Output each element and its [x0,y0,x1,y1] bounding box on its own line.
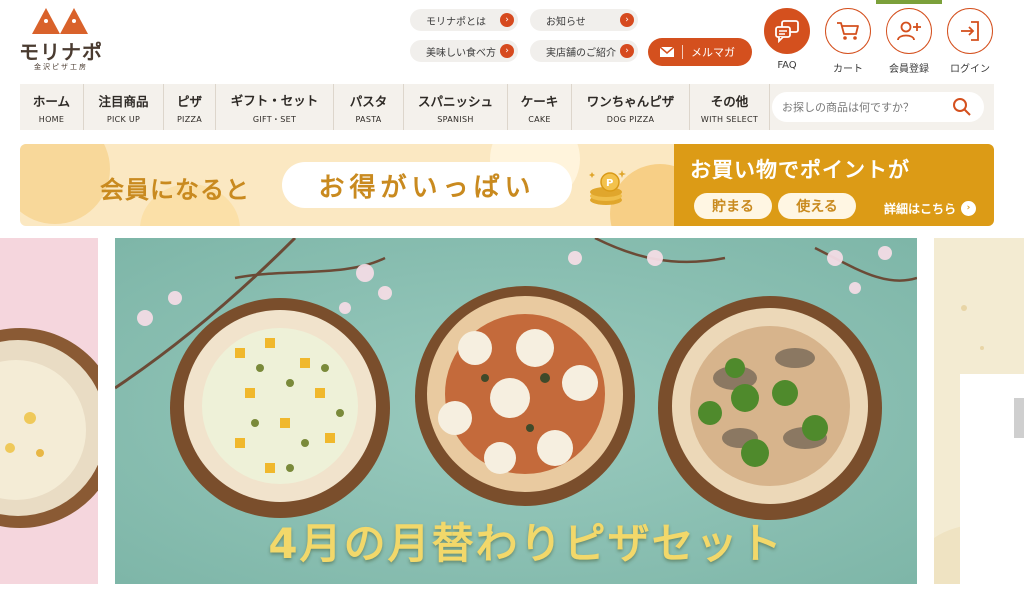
nav-label: パスタ [349,93,388,109]
nav-item-other[interactable]: その他 WITH SELECT [690,84,770,130]
banner-use-pill: 使える [778,193,856,219]
login-icon [947,8,993,54]
nav-item-spanish[interactable]: スパニッシュ SPANISH [404,84,508,130]
chevron-right-icon: › [620,44,634,58]
nav-label: ギフト・セット [230,92,319,108]
chevron-right-icon: › [620,13,634,27]
logo-name: モリナポ [19,40,103,64]
header-link-stores[interactable]: 実店舗のご紹介 › [530,40,638,62]
logo-triangle-mark [60,8,88,34]
banner-earn-pill: 貯まる [694,193,772,219]
member-accent-bar [876,0,942,4]
nav-label: ホーム [32,93,71,109]
nav-item-pickup[interactable]: 注目商品 PICK UP [84,84,164,130]
nav-sublabel: GIFT・SET [252,114,297,124]
mail-magazine-button[interactable]: メルマガ [648,38,752,66]
hero-slide[interactable]: 4月の月替わりピザセット [115,238,917,584]
login-button[interactable]: ログイン [946,8,994,75]
banner-highlight-text: お得がいっぱい [282,162,572,208]
nav-label: ワンちゃんピザ [586,93,675,109]
faq-label: FAQ [777,60,797,71]
add-user-icon [886,8,932,54]
main-navigation: ホーム HOME 注目商品 PICK UP ピザ PIZZA ギフト・セット G… [20,84,994,130]
nav-item-cake[interactable]: ケーキ CAKE [508,84,572,130]
hero-title: 4月の月替わりピザセット [268,519,784,568]
carousel-next-slide[interactable] [934,238,1024,584]
nav-item-pizza[interactable]: ピザ PIZZA [164,84,216,130]
search-input[interactable]: お探しの商品は何ですか？ [772,92,984,122]
header-link-label: 実店舗のご紹介 [546,47,616,59]
header-link-label: お知らせ [546,16,586,28]
nav-label: 注目商品 [98,93,149,109]
cart-icon [825,8,871,54]
nav-label: スパニッシュ [417,93,493,109]
nav-sublabel: PICK UP [106,114,141,124]
banner-details-label: 詳細はこちら [884,202,957,216]
envelope-icon [659,46,674,57]
header-link-about[interactable]: モリナポとは › [410,9,518,31]
nav-label: その他 [710,93,749,109]
banner-points-title: お買い物でポイントが [690,158,910,182]
header-link-news[interactable]: お知らせ › [530,9,638,31]
chevron-right-icon: › [500,13,514,27]
carousel-prev-slide[interactable] [0,238,98,584]
nav-sublabel: WITH SELECT [700,114,759,124]
chevron-right-icon: › [500,44,514,58]
nav-item-gift-set[interactable]: ギフト・セット GIFT・SET [216,84,334,130]
logo-triangle-mark [32,8,60,34]
nav-item-home[interactable]: ホーム HOME [20,84,84,130]
search-icon[interactable] [952,97,972,117]
site-logo[interactable]: モリナポ 金沢ピザ工房 [18,8,104,78]
divider [682,45,683,59]
point-coin-icon: P [589,170,626,205]
nav-label: ピザ [176,93,202,109]
mail-magazine-label: メルマガ [691,46,735,59]
register-label: 会員登録 [889,64,929,75]
nav-item-dog-pizza[interactable]: ワンちゃんピザ DOG PIZZA [572,84,690,130]
cart-label: カート [833,64,863,75]
cart-button[interactable]: カート [824,8,872,75]
header-link-label: モリナポとは [426,16,486,28]
banner-details-link[interactable]: 詳細はこちら › [884,200,977,217]
faq-chat-icon [764,8,810,54]
nav-sublabel: HOME [38,114,65,124]
header-link-how-to-eat[interactable]: 美味しい食べ方 › [410,40,518,62]
nav-sublabel: DOG PIZZA [606,114,655,124]
logo-subtitle: 金沢ピザ工房 [34,63,88,71]
nav-sublabel: SPANISH [437,114,474,124]
svg-text:P: P [606,178,613,189]
header-link-label: 美味しい食べ方 [426,47,496,59]
banner-points-panel: お買い物でポイントが 貯まる 使える 詳細はこちら › [674,144,994,226]
nav-label: ケーキ [520,93,559,109]
nav-item-pasta[interactable]: パスタ PASTA [334,84,404,130]
pizza-image [0,238,98,584]
login-label: ログイン [950,64,990,75]
register-button[interactable]: 会員登録 [885,8,933,75]
faq-button[interactable]: FAQ [763,8,811,71]
next-slide-image [934,238,1024,584]
chevron-right-icon: › [961,201,977,216]
banner-lead-text: 会員になると [100,176,250,204]
nav-sublabel: PIZZA [176,114,203,124]
search-placeholder: お探しの商品は何ですか？ [782,101,914,114]
nav-sublabel: PASTA [355,114,382,124]
banner-decoration [20,144,110,224]
nav-sublabel: CAKE [528,114,551,124]
member-points-banner[interactable]: 会員になると お得がいっぱい P お買い物でポイントが 貯まる 使える 詳細はこ… [20,144,994,226]
